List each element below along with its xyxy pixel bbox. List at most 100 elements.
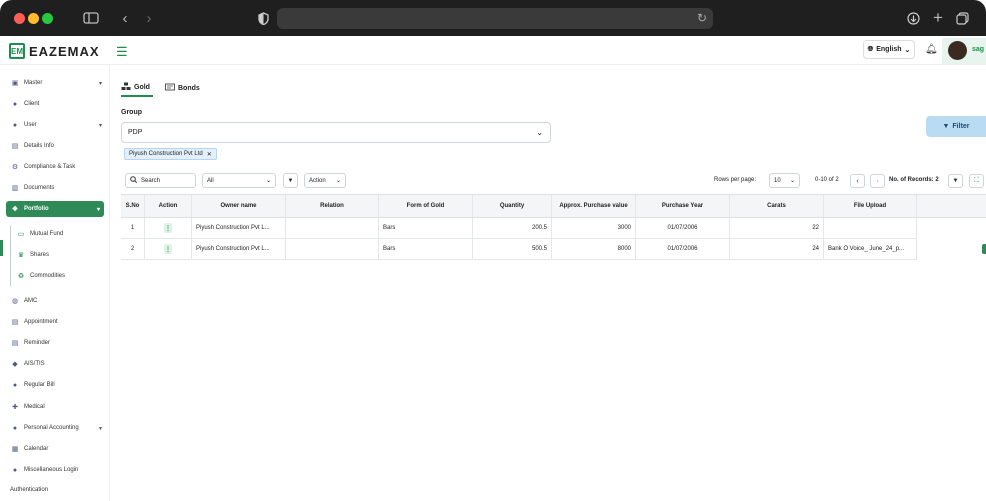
recycle-icon: ♻ (17, 273, 25, 280)
group-chip[interactable]: Piyush Construction Pvt Ltd ✕ (124, 148, 217, 160)
sidebar-item-personal-accounting[interactable]: ● Personal Accounting ▾ (0, 420, 110, 436)
column-header[interactable]: Quantity (473, 195, 552, 217)
sidebar-item-appointment[interactable]: ▤ Appointment (0, 314, 110, 330)
sidebar-item-medical[interactable]: ✚ Medical (0, 399, 110, 415)
cell-form: Bars (379, 239, 473, 259)
sidebar-item-client[interactable]: ● Client (0, 96, 110, 112)
sidebar-item-details-info[interactable]: ▤ Details Info (0, 138, 110, 154)
sidebar-item-compliance-task[interactable]: ⚙ Compliance & Task (0, 159, 110, 175)
expand-icon: ⛶ (974, 177, 979, 184)
minimize-window-button[interactable] (28, 13, 39, 24)
download-icon[interactable] (906, 8, 920, 28)
url-bar[interactable]: ↻ (277, 8, 713, 29)
tabs-overview-icon[interactable] (955, 8, 969, 28)
scroll-indicator (0, 240, 3, 256)
reload-icon[interactable]: ↻ (697, 11, 707, 25)
building-icon: ▣ (11, 80, 19, 87)
fullscreen-button[interactable]: ⛶ (969, 174, 984, 188)
sidebar-item-miscellaneous-login[interactable]: ● Miscellaneous Login (0, 462, 110, 478)
column-header[interactable]: Purchase Year (636, 195, 730, 217)
back-icon[interactable]: ‹ (119, 8, 131, 28)
cell-year: 01/07/2006 (636, 218, 730, 238)
column-header[interactable]: Owner name (192, 195, 286, 217)
sidebar-item-amc[interactable]: ◍ AMC (0, 293, 110, 309)
prev-page-button[interactable]: ‹ (850, 174, 865, 188)
sidebar-item-label: AIS/TIS (24, 361, 45, 367)
medical-icon: ✚ (12, 404, 18, 411)
sidebar-item-label: Appointment (24, 319, 58, 325)
sidebar-item-mutual-fund[interactable]: ▭ Mutual Fund (0, 226, 110, 242)
tab-gold[interactable]: Gold (121, 79, 153, 97)
globe-icon: ◍ (11, 298, 19, 305)
bell-icon[interactable]: 🔔︎ (925, 44, 938, 55)
column-header[interactable]: Form of Gold (379, 195, 473, 217)
sidebar-item-master[interactable]: ▣ Master ▾ (0, 75, 110, 91)
filter-label: Filter (952, 123, 970, 130)
column-header[interactable]: File Upload (824, 195, 917, 217)
account-icon: ● (12, 424, 18, 432)
close-icon[interactable]: ✕ (207, 151, 212, 158)
column-header[interactable]: Carats (730, 195, 824, 217)
filter-icon: ▼ (942, 123, 950, 130)
sidebar-item-label: Client (24, 101, 40, 107)
forward-icon[interactable]: › (143, 8, 155, 28)
table-row[interactable]: 2 ⋮ Piyush Construction Pvt L... Bars 500.5 8… (121, 239, 917, 260)
column-header[interactable]: S.No (121, 195, 145, 217)
logo[interactable]: EM EAZEMAX (9, 43, 100, 59)
sidebar-item-label: Shares (30, 252, 50, 258)
sidebar-item-label: Mutual Fund (30, 231, 64, 237)
chevron-down-icon: ▾ (98, 80, 102, 87)
cell-owner: Piyush Construction Pvt L... (192, 218, 286, 238)
cell-value: 3000 (552, 218, 636, 238)
table-header: S.No Action Owner name Relation Form of Gold… (121, 195, 986, 218)
more-options-icon[interactable]: ⋮ (164, 244, 172, 254)
table-row[interactable]: 1 ⋮ Piyush Construction Pvt L... Bars 200.5 3… (121, 218, 917, 239)
rows-per-page-select[interactable]: 10 ⌄ (769, 173, 800, 188)
group-select[interactable]: PDP ⌄ (121, 122, 551, 143)
action-select[interactable]: Action ⌄ (304, 173, 346, 188)
user-name: sag (972, 46, 985, 53)
column-header[interactable]: Relation (286, 195, 379, 217)
filter-button[interactable]: ▼ Filter (926, 116, 986, 137)
sidebar-item-shares[interactable]: ♛ Shares (0, 247, 110, 263)
chevron-down-icon: ⌄ (536, 128, 543, 137)
sidebar-item-regular-bill[interactable]: ● Regular Bill (0, 377, 110, 393)
chevron-down-icon: ▾ (98, 122, 102, 129)
language-select[interactable]: 🌐︎ English ⌄ (863, 40, 915, 59)
sidebar-item-user[interactable]: ● User ▾ (0, 117, 110, 133)
cell-sno: 1 (121, 218, 145, 238)
sidebar-item-commodities[interactable]: ♻ Commodities (0, 268, 110, 284)
tab-bonds[interactable]: Bonds (165, 79, 200, 97)
sidebar-item-calendar[interactable]: ▦ Calendar (0, 441, 110, 457)
avatar[interactable] (948, 41, 967, 60)
column-header[interactable]: Approx. Purchase value (552, 195, 636, 217)
logo-mark: EM (9, 43, 25, 59)
sidebar-item-ais-tis[interactable]: ◆ AIS/TIS (0, 356, 110, 372)
all-select[interactable]: All ⌄ (202, 173, 276, 188)
search-input[interactable]: Search (125, 173, 196, 188)
sidebar-item-label: Documents (24, 185, 55, 191)
cell-owner: Piyush Construction Pvt L... (192, 239, 286, 259)
sidebar-item-portfolio[interactable]: ❖ Portfolio ▾ (6, 201, 104, 217)
sidebar-item-documents[interactable]: ▥ Documents (0, 180, 110, 196)
sidebar-toggle-icon[interactable] (82, 8, 100, 28)
shield-icon[interactable] (256, 8, 270, 28)
menu-icon[interactable]: ☰ (116, 44, 128, 60)
sidebar-item-reminder[interactable]: ▤ Reminder (0, 335, 110, 351)
chevron-down-icon: ▾ (96, 206, 100, 213)
sidebar-item-authentication[interactable]: Authentication (0, 482, 110, 498)
more-options-icon[interactable]: ⋮ (164, 223, 172, 233)
filter-toggle-button[interactable]: ▼ (283, 173, 298, 188)
maximize-window-button[interactable] (42, 13, 53, 24)
close-window-button[interactable] (14, 13, 25, 24)
new-tab-icon[interactable]: + (931, 8, 945, 28)
column-filter-button[interactable]: ▼ (948, 174, 963, 188)
chevron-down-icon: ▾ (98, 425, 102, 432)
side-handle[interactable] (982, 244, 986, 254)
next-page-button[interactable]: › (870, 174, 885, 188)
file-icon: ▤ (11, 143, 19, 150)
sidebar-item-label: Commodities (30, 273, 66, 279)
portfolio-icon: ❖ (11, 206, 19, 213)
column-header[interactable]: Action (145, 195, 192, 217)
user-menu[interactable]: sag (942, 38, 986, 64)
